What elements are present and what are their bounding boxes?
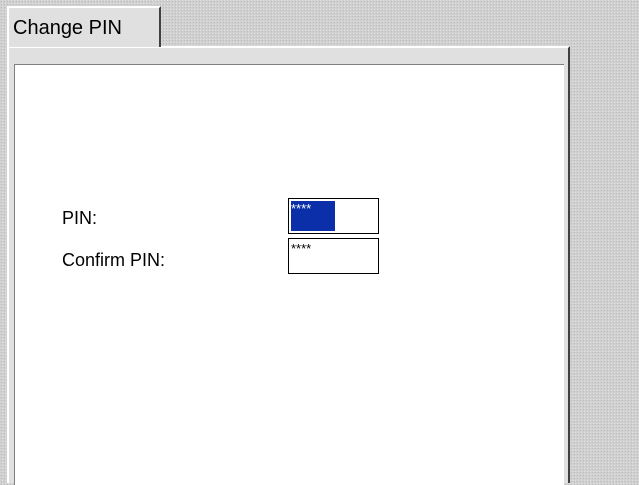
pin-field[interactable]: ****: [288, 198, 379, 234]
pin-value: ****: [291, 201, 312, 216]
confirm-pin-value: ****: [291, 241, 312, 256]
confirm-pin-label: Confirm PIN:: [62, 250, 166, 270]
change-pin-form: PIN: **** Confirm PIN: ****: [14, 64, 564, 485]
confirm-pin-field[interactable]: ****: [288, 238, 379, 274]
tab-change-pin[interactable]: Change PIN: [7, 6, 161, 47]
tab-label: Change PIN: [13, 17, 122, 39]
pin-label: PIN:: [62, 208, 98, 228]
tab-panel: PIN: **** Confirm PIN: ****: [7, 46, 570, 485]
